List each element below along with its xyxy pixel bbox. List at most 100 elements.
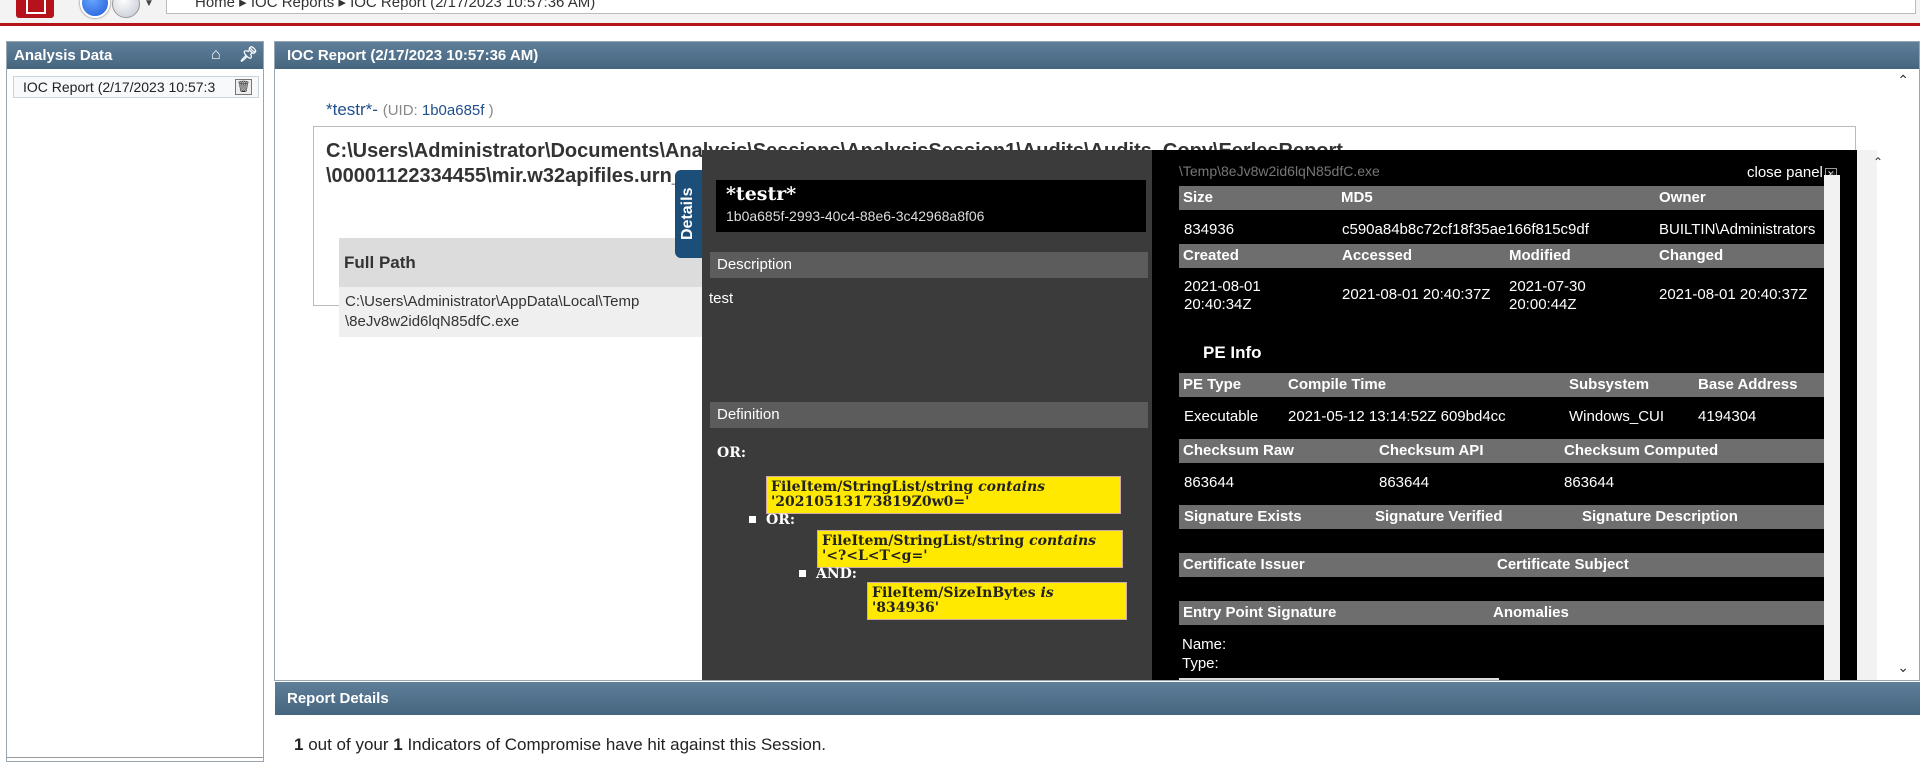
condition-op: contains xyxy=(978,479,1046,495)
accessed-value: 2021-08-01 20:40:37Z xyxy=(1342,286,1491,303)
bullet-icon xyxy=(799,570,806,577)
full-path-header: Full Path xyxy=(339,238,719,287)
created-value-date: 2021-08-01 xyxy=(1184,278,1261,295)
size-md5-owner-header: Size MD5 Owner xyxy=(1179,186,1824,210)
modified-value-time: 20:00:44Z xyxy=(1509,296,1577,313)
sig-exists-header: Signature Exists xyxy=(1184,508,1302,525)
condition-field: FileItem/StringList/string xyxy=(822,533,1030,549)
details-tab-label: Details xyxy=(679,187,696,240)
sig-desc-header: Signature Description xyxy=(1582,508,1738,525)
description-text: test xyxy=(709,290,734,307)
description-header: Description xyxy=(710,252,1148,278)
forward-arrow-icon[interactable] xyxy=(112,0,140,18)
condition-op: contains xyxy=(1029,533,1097,549)
checksum-header: Checksum Raw Checksum API Checksum Compu… xyxy=(1179,439,1824,463)
name-label: Name: xyxy=(1182,636,1227,653)
condition-value: '20210513173819Z0w0=' xyxy=(771,494,970,510)
indicator-name[interactable]: *testr*- xyxy=(326,100,378,119)
indicator-details-panel: *testr* 1b0a685f-2993-40c4-88e6-3c42968a… xyxy=(702,150,1152,680)
entry-point-header: Entry Point Signature Anomalies xyxy=(1179,601,1824,625)
ioc-report-item-label: IOC Report (2/17/2023 10:57:3 xyxy=(23,79,216,95)
entry-point-sig-header: Entry Point Signature xyxy=(1183,604,1337,621)
condition-item[interactable]: FileItem/SizeInBytes is '834936' xyxy=(867,582,1127,620)
or-operator: OR: xyxy=(766,512,795,528)
checksum-api-value: 863644 xyxy=(1379,474,1430,491)
scroll-up-icon[interactable]: ⌃ xyxy=(1897,72,1909,89)
checksum-api-header: Checksum API xyxy=(1379,442,1484,459)
close-panel-label: close panel xyxy=(1747,164,1823,181)
timestamps-row: 2021-08-01 20:40:34Z 2021-08-01 20:40:37… xyxy=(1179,278,1824,318)
report-details-summary: 1 out of your 1 Indicators of Compromise… xyxy=(294,735,826,755)
total-count: 1 xyxy=(393,735,403,754)
full-path-cell: C:\Users\Administrator\AppData\Local\Tem… xyxy=(339,287,719,337)
indicator-title[interactable]: *testr*- (UID: 1b0a685f ) xyxy=(326,100,494,120)
cert-subject-header: Certificate Subject xyxy=(1497,556,1629,573)
condition-item[interactable]: FileItem/StringList/string contains '202… xyxy=(766,476,1121,514)
scroll-up-icon[interactable]: ⌃ xyxy=(1873,155,1883,169)
definition-header: Definition xyxy=(710,402,1148,428)
condition-item[interactable]: FileItem/StringList/string contains '<?<… xyxy=(817,530,1123,568)
changed-header: Changed xyxy=(1659,247,1724,264)
checksum-row: 863644 863644 863644 xyxy=(1179,469,1824,499)
compile-time-value: 2021-05-12 13:14:52Z 609bd4cc xyxy=(1288,408,1506,425)
pe-info-title: PE Info xyxy=(1203,343,1262,362)
pe-row: Executable 2021-05-12 13:14:52Z 609bd4cc… xyxy=(1179,403,1824,433)
and-operator: AND: xyxy=(816,566,857,582)
md5-header: MD5 xyxy=(1341,189,1373,206)
condition-value: '<?<L<T<g=' xyxy=(822,548,928,564)
base-address-header: Base Address xyxy=(1698,376,1798,393)
pe-type-value: Executable xyxy=(1184,408,1259,425)
pin-icon[interactable]: 📌︎ xyxy=(239,47,258,63)
divider xyxy=(1179,678,1499,680)
compile-time-header: Compile Time xyxy=(1288,376,1387,393)
timestamps-header: Created Accessed Modified Changed xyxy=(1179,244,1824,268)
trash-icon[interactable]: 🗑︎ xyxy=(235,79,252,95)
analysis-data-panel: Analysis Data ⌂ 📌︎ IOC Report (2/17/2023… xyxy=(6,41,264,762)
condition-field: FileItem/StringList/string xyxy=(771,479,979,495)
owner-header: Owner xyxy=(1659,189,1706,206)
scroll-down-icon[interactable]: ⌄ xyxy=(1897,659,1909,676)
checksum-computed-value: 863644 xyxy=(1564,474,1615,491)
certificate-header: Certificate Issuer Certificate Subject xyxy=(1179,553,1824,577)
md5-value: c590a84b8c72cf18f35ae166f815c9df xyxy=(1342,221,1589,238)
changed-value: 2021-08-01 20:40:37Z xyxy=(1659,286,1808,303)
uid-label: (UID: xyxy=(382,102,422,119)
accessed-header: Accessed xyxy=(1342,247,1413,264)
back-arrow-icon[interactable] xyxy=(80,0,110,18)
summary-mid: out of your xyxy=(303,735,394,754)
signature-header: Signature Exists Signature Verified Sign… xyxy=(1179,505,1824,529)
size-value: 834936 xyxy=(1184,221,1235,238)
details-title: *testr* xyxy=(726,183,797,205)
details-tab[interactable]: Details xyxy=(675,170,705,258)
checksum-computed-header: Checksum Computed xyxy=(1564,442,1719,459)
details-uid: 1b0a685f-2993-40c4-88e6-3c42968a8f06 xyxy=(726,208,985,224)
panel-divider xyxy=(7,757,263,761)
full-path-table: Full Path C:\Users\Administrator\AppData… xyxy=(339,238,719,337)
or-operator: OR: xyxy=(717,445,746,461)
cert-issuer-header: Certificate Issuer xyxy=(1183,556,1305,573)
scroll-up-icon[interactable]: ⌃ xyxy=(1828,170,1838,184)
breadcrumb[interactable]: Home ▸ IOC Reports ▸ IOC Report (2/17/20… xyxy=(166,0,1916,14)
full-path-value: C:\Users\Administrator\AppData\Local\Tem… xyxy=(345,293,640,330)
home-icon[interactable]: ⌂ xyxy=(211,47,229,63)
pe-header: PE Type Compile Time Subsystem Base Addr… xyxy=(1179,373,1824,397)
app-logo[interactable] xyxy=(16,0,54,18)
checksum-raw-header: Checksum Raw xyxy=(1183,442,1294,459)
anomalies-header: Anomalies xyxy=(1493,604,1569,621)
ioc-report-header: IOC Report (2/17/2023 10:57:36 AM) xyxy=(275,42,1919,69)
checksum-raw-value: 863644 xyxy=(1184,474,1235,491)
clipped-path-text: \Temp\8eJv8w2id6lqN85dfC.exe xyxy=(1179,163,1380,179)
sig-verified-header: Signature Verified xyxy=(1375,508,1503,525)
panel-scrollbar[interactable] xyxy=(1824,175,1840,680)
modified-value-date: 2021-07-30 xyxy=(1509,278,1586,295)
analysis-data-header: Analysis Data ⌂ 📌︎ xyxy=(7,42,263,69)
uid-close: ) xyxy=(484,102,494,119)
outer-scrollbar[interactable] xyxy=(1857,150,1877,680)
file-item-panel: \Temp\8eJv8w2id6lqN85dfC.exe close panel… xyxy=(1152,150,1857,680)
name-type-block: Name: Type: xyxy=(1182,635,1226,673)
created-value-time: 20:40:34Z xyxy=(1184,296,1252,313)
bullet-icon xyxy=(749,516,756,523)
ioc-report-item[interactable]: IOC Report (2/17/2023 10:57:3 🗑︎ xyxy=(13,76,259,98)
subsystem-header: Subsystem xyxy=(1569,376,1650,393)
history-dropdown-icon[interactable]: ▼ xyxy=(144,0,154,9)
